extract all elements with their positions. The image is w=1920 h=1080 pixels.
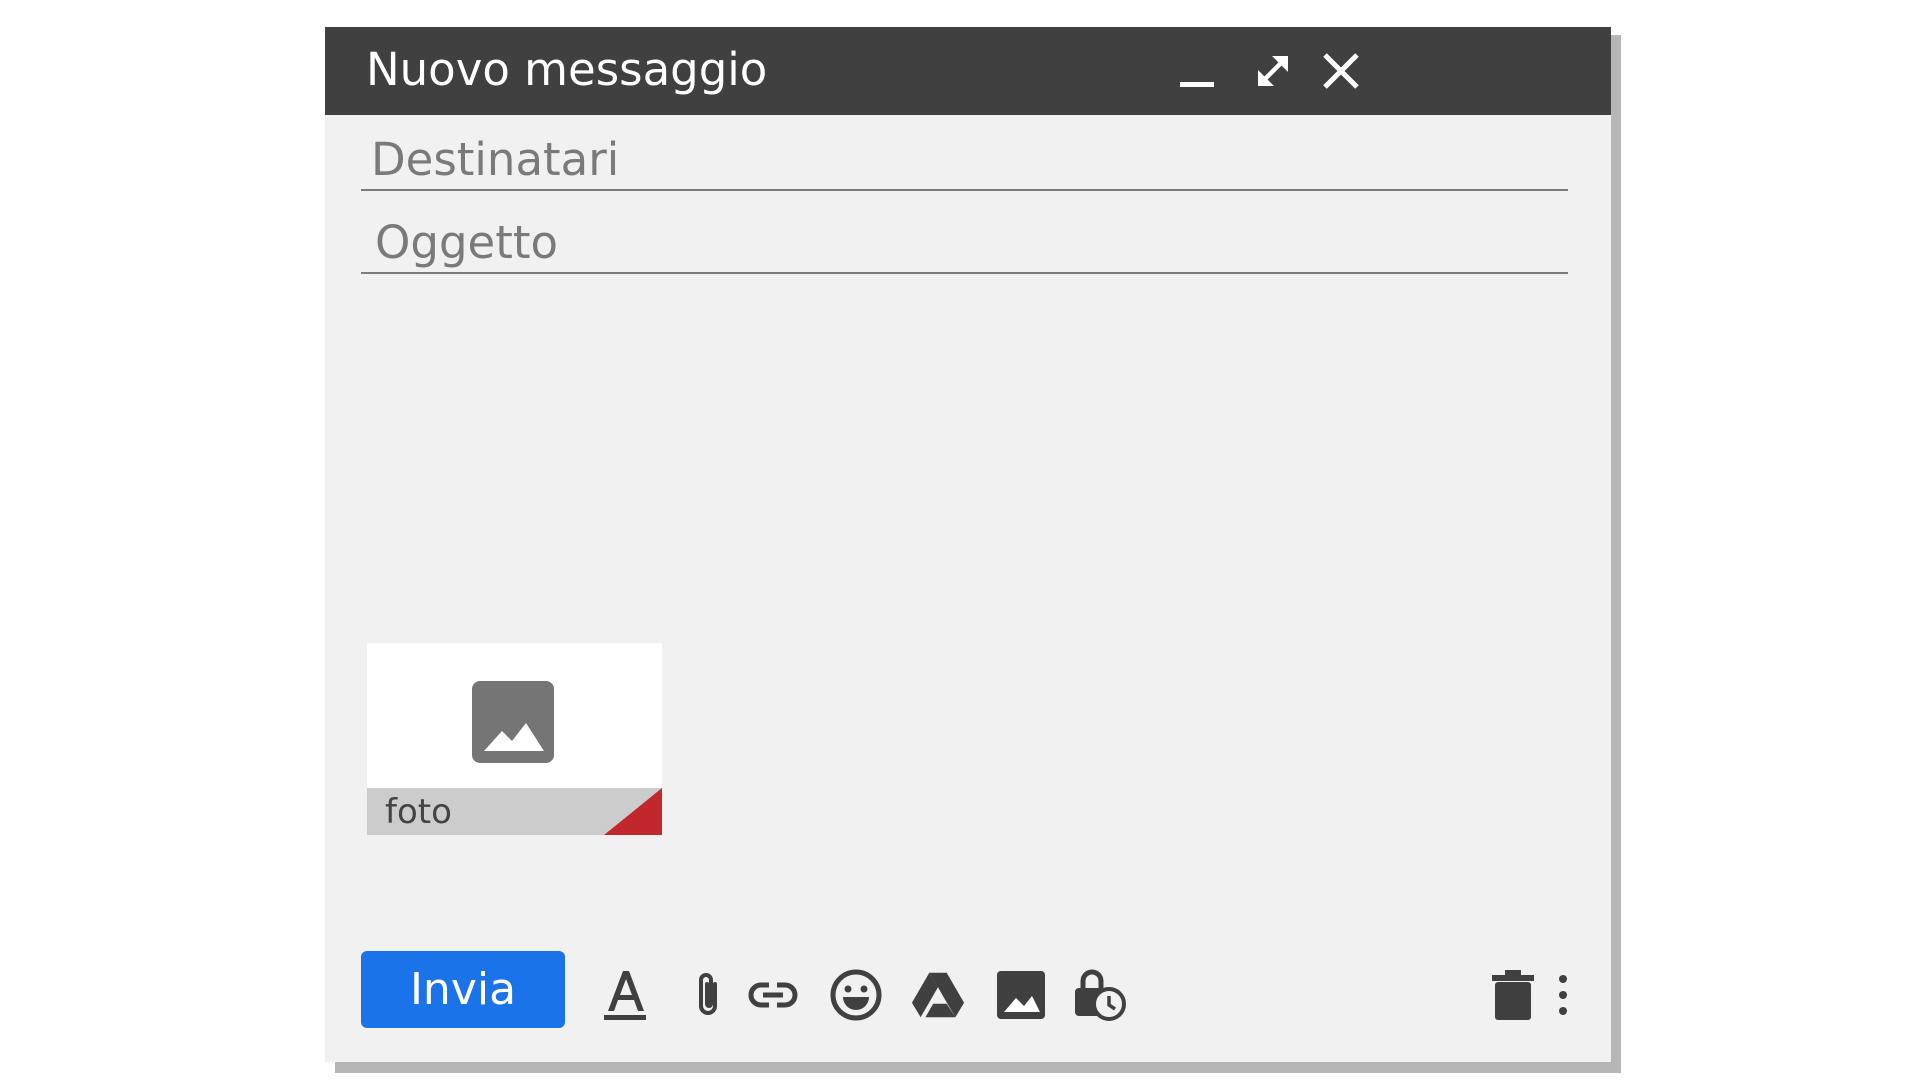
minimize-icon xyxy=(1180,82,1214,87)
insert-photo-button[interactable] xyxy=(993,967,1049,1023)
more-options-button[interactable] xyxy=(1543,967,1583,1023)
recipients-field-wrapper xyxy=(361,129,1568,191)
message-body[interactable] xyxy=(361,289,1568,624)
image-icon xyxy=(472,681,554,763)
attachment-chip[interactable]: foto xyxy=(367,643,662,835)
compose-titlebar: Nuovo messaggio xyxy=(325,27,1611,115)
attach-file-button[interactable] xyxy=(680,967,736,1023)
expand-button[interactable] xyxy=(1249,47,1297,95)
confidential-mode-icon xyxy=(1075,969,1126,1021)
compose-window: Nuovo messaggio Destinatari Oggetto foto… xyxy=(325,27,1611,1062)
formatting-icon xyxy=(604,971,646,1020)
insert-link-button[interactable] xyxy=(745,967,801,1023)
confidential-mode-button[interactable] xyxy=(1071,967,1127,1023)
subject-field-wrapper xyxy=(361,212,1568,274)
subject-input[interactable] xyxy=(373,212,1557,272)
emoji-button[interactable] xyxy=(828,967,884,1023)
insert-link-icon xyxy=(748,982,798,1008)
insert-photo-icon xyxy=(997,971,1045,1019)
google-drive-button[interactable] xyxy=(910,967,966,1023)
expand-icon xyxy=(1258,56,1288,86)
compose-title: Nuovo messaggio xyxy=(366,43,768,96)
attachment-name: foto xyxy=(385,792,452,832)
emoji-icon xyxy=(830,969,882,1021)
recipients-input[interactable] xyxy=(369,129,1553,189)
close-icon xyxy=(1323,53,1359,89)
close-button[interactable] xyxy=(1317,47,1365,95)
minimize-button[interactable] xyxy=(1173,47,1221,95)
google-drive-icon xyxy=(911,972,965,1018)
formatting-button[interactable] xyxy=(597,967,653,1023)
attachment-corner-fold xyxy=(604,788,662,835)
attachment-label-bar: foto xyxy=(367,788,662,835)
delete-button[interactable] xyxy=(1485,967,1541,1023)
send-button[interactable]: Invia xyxy=(361,951,565,1028)
attach-file-icon xyxy=(699,973,717,1015)
more-options-icon xyxy=(1559,975,1567,1015)
delete-icon xyxy=(1492,970,1534,1020)
